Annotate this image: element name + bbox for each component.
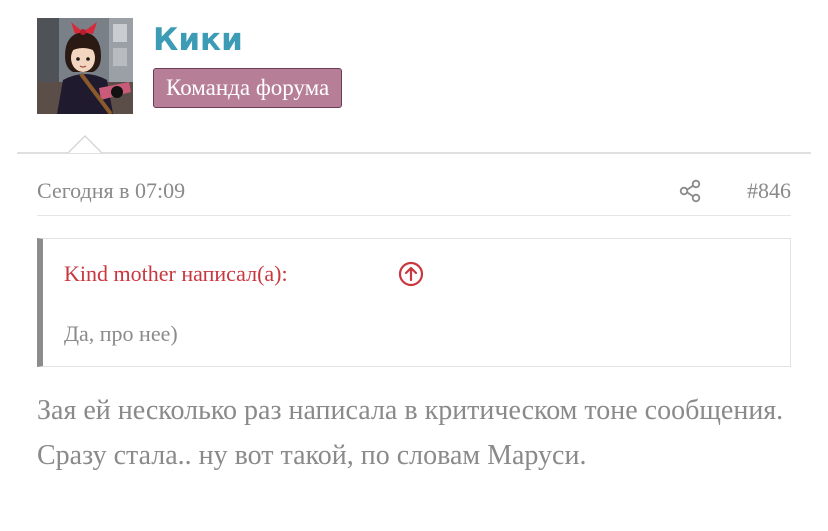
user-avatar[interactable]: [37, 18, 133, 114]
quote-block: Kind mother написал(а): Да, про нее): [37, 238, 791, 367]
quote-author-link[interactable]: Kind mother написал(а):: [64, 261, 288, 286]
divider-pointer: [67, 135, 103, 153]
message-divider: [17, 152, 811, 154]
username-link[interactable]: Кики: [153, 20, 243, 60]
message-body: Зая ей несколько раз написала в критичес…: [37, 395, 784, 471]
share-icon[interactable]: [678, 179, 702, 203]
quote-text: Да, про нее): [64, 321, 178, 346]
user-role-badge: Команда форума: [153, 68, 343, 108]
quote-header: Kind mother написал(а):: [64, 259, 288, 289]
post-number-link[interactable]: #846: [747, 176, 791, 206]
meta-separator: [37, 215, 791, 216]
post-date-link[interactable]: Сегодня в 07:09: [37, 176, 185, 206]
arrow-up-circle-icon[interactable]: [397, 260, 425, 288]
